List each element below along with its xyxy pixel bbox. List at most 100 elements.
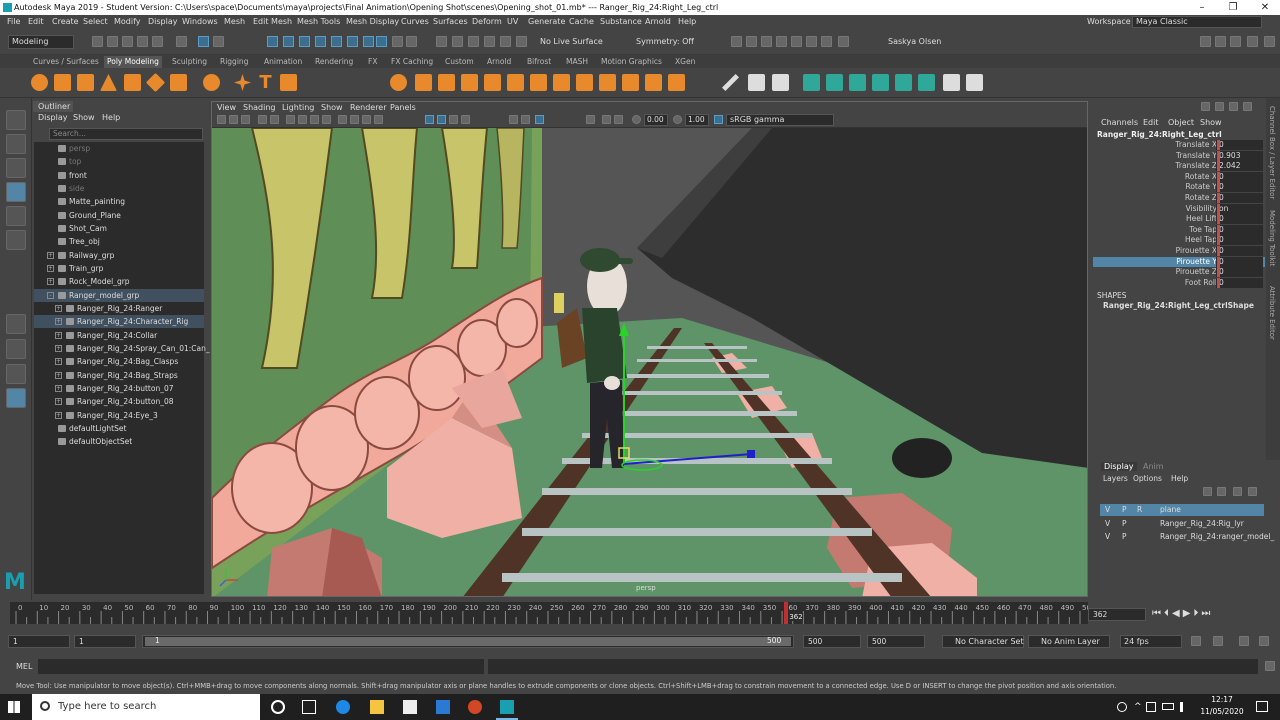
screen-space-ao-icon[interactable] <box>461 115 470 124</box>
outliner-item[interactable]: + Ranger_Rig_24:Spray_Can_01:Can_ <box>34 342 210 355</box>
battery-icon[interactable] <box>1162 703 1174 710</box>
wireframe-icon[interactable] <box>338 115 347 124</box>
cb-layout-icon-3[interactable] <box>1229 102 1238 111</box>
bevel-icon[interactable] <box>530 74 547 91</box>
modeling-toolkit-toggle-icon[interactable] <box>1264 36 1275 47</box>
xray-joints-icon[interactable] <box>602 115 611 124</box>
channel-row[interactable]: Pirouette X0 <box>1093 246 1265 257</box>
magnet-plane-icon[interactable] <box>516 36 527 47</box>
channel-box-toggle-icon[interactable] <box>1247 36 1258 47</box>
snap-live-icon[interactable] <box>376 36 387 47</box>
outliner-item[interactable]: defaultObjectSet <box>34 435 204 448</box>
channel-value-field[interactable]: on <box>1216 203 1263 214</box>
grid-icon[interactable] <box>286 115 295 124</box>
boolean-icon[interactable] <box>461 74 478 91</box>
menu-substance[interactable]: Substance <box>600 15 642 29</box>
outliner-layout-icon[interactable] <box>6 388 26 408</box>
film-gate-icon[interactable] <box>298 115 307 124</box>
outliner-item[interactable]: + Ranger_Rig_24:Character_Rig <box>34 315 204 329</box>
poly-cylinder-icon[interactable] <box>77 74 94 91</box>
layer-menu-options[interactable]: Options <box>1133 474 1162 483</box>
scene-view[interactable]: persp <box>212 127 1087 596</box>
shelf-tab-rigging[interactable]: Rigging <box>217 56 251 68</box>
shelf-tab-fx[interactable]: FX <box>365 56 380 68</box>
menu-display[interactable]: Display <box>148 15 178 29</box>
depth-of-field-icon[interactable] <box>535 115 544 124</box>
2d-pan-zoom-icon[interactable] <box>270 115 279 124</box>
shelf-tab-xgen[interactable]: XGen <box>672 56 698 68</box>
outliner-item[interactable]: + Ranger_Rig_24:button_07 <box>34 382 204 395</box>
outliner-item[interactable]: side <box>34 182 204 195</box>
channel-row[interactable]: Rotate Y0 <box>1093 182 1265 193</box>
magnet-curve-icon[interactable] <box>452 36 463 47</box>
channel-row[interactable]: Visibility on <box>1093 203 1265 215</box>
outliner-item[interactable]: + Ranger_Rig_24:button_08 <box>34 395 204 408</box>
side-tab-attribute-editor[interactable]: Attribute Editor <box>1268 286 1276 340</box>
menu-mesh[interactable]: Mesh <box>224 15 245 29</box>
range-slider-handle[interactable] <box>145 637 791 646</box>
new-layer-selected-icon[interactable] <box>1248 487 1257 496</box>
expand-toggle-icon[interactable]: + <box>55 411 62 419</box>
layer-tab-display[interactable]: Display <box>1101 462 1137 471</box>
menu-uv[interactable]: UV <box>507 15 518 29</box>
extrude-icon[interactable] <box>484 74 501 91</box>
expand-toggle-icon[interactable]: + <box>47 278 54 286</box>
single-perspective-layout-icon[interactable] <box>6 314 26 334</box>
spherical-uv-icon[interactable] <box>849 74 866 91</box>
hypershade-icon[interactable] <box>791 36 802 47</box>
channel-row[interactable]: Toe Tap 0 <box>1093 224 1265 236</box>
layer-name[interactable]: Ranger_Rig_24:ranger_model_ <box>1160 531 1274 543</box>
snap-plane-icon[interactable] <box>363 36 374 47</box>
snap-vertex-icon[interactable] <box>347 36 358 47</box>
use-all-lights-icon[interactable] <box>437 115 446 124</box>
go-to-end-icon[interactable]: ⏭ <box>1201 608 1213 619</box>
move-tool-icon[interactable] <box>6 182 26 202</box>
channel-row[interactable]: Rotate X0 <box>1093 171 1265 183</box>
channel-name[interactable]: Translate X <box>1175 140 1217 151</box>
workspace-dropdown[interactable]: Maya Classic <box>1132 16 1262 28</box>
channel-name[interactable]: Visibility <box>1186 204 1217 215</box>
wireframe-on-shaded-icon[interactable] <box>362 115 371 124</box>
outliner-item[interactable]: + Ranger_Rig_24:Bag_Straps <box>34 369 204 382</box>
xray-icon[interactable] <box>374 115 383 124</box>
outliner-item[interactable]: top <box>34 155 204 168</box>
store-icon[interactable] <box>403 700 417 714</box>
four-view-layout-icon[interactable] <box>6 339 26 359</box>
step-back-frame-icon[interactable]: ◀ <box>1172 608 1183 619</box>
poly-cube-icon[interactable] <box>54 74 71 91</box>
layer-visibility-toggle[interactable]: V <box>1105 518 1110 530</box>
layer-visibility-toggle[interactable]: V <box>1105 504 1110 516</box>
outliner-search-input[interactable]: Search... <box>49 128 203 140</box>
menu-mesh-tools[interactable]: Mesh Tools <box>297 15 340 29</box>
shelf-tab-mash[interactable]: MASH <box>563 56 591 68</box>
outliner-item[interactable]: + Train_grp <box>34 262 204 275</box>
channel-value-field[interactable]: 0 <box>1216 214 1263 225</box>
target-weld-icon[interactable] <box>622 74 639 91</box>
render-settings-icon[interactable] <box>776 36 787 47</box>
taskbar-clock-date[interactable]: 11/05/2020 <box>1197 707 1247 716</box>
gamma-field[interactable]: 1.00 <box>685 114 709 126</box>
menu-select[interactable]: Select <box>83 15 108 29</box>
close-button[interactable]: ✕ <box>1250 0 1280 15</box>
go-to-start-icon[interactable]: ⏮ <box>1152 608 1164 619</box>
menu-cache[interactable]: Cache <box>569 15 594 29</box>
cortana-icon[interactable] <box>271 700 285 714</box>
edge-loop-icon[interactable] <box>645 74 662 91</box>
expand-toggle-icon[interactable]: + <box>55 318 62 326</box>
viewport-menu-lighting[interactable]: Lighting <box>282 102 314 114</box>
uv-toolkit-icon[interactable] <box>966 74 983 91</box>
menu-surfaces[interactable]: Surfaces <box>433 15 468 29</box>
viewport-menu-panels[interactable]: Panels <box>390 102 416 114</box>
cb-settings-icon[interactable] <box>1243 102 1252 111</box>
anti-aliasing-icon[interactable] <box>521 115 530 124</box>
render-region-icon[interactable] <box>731 36 742 47</box>
taskbar-clock-time[interactable]: 12:17 <box>1200 695 1244 704</box>
channel-name[interactable]: Pirouette X <box>1176 246 1217 257</box>
live-surface-label[interactable]: No Live Surface <box>540 36 603 47</box>
people-icon[interactable] <box>1117 702 1127 712</box>
select-hierarchy-icon[interactable] <box>176 36 187 47</box>
arnold-render-icon[interactable] <box>806 36 817 47</box>
snap-view-icon[interactable] <box>315 36 326 47</box>
combine-icon[interactable] <box>390 74 407 91</box>
cb-menu-show[interactable]: Show <box>1200 118 1222 127</box>
